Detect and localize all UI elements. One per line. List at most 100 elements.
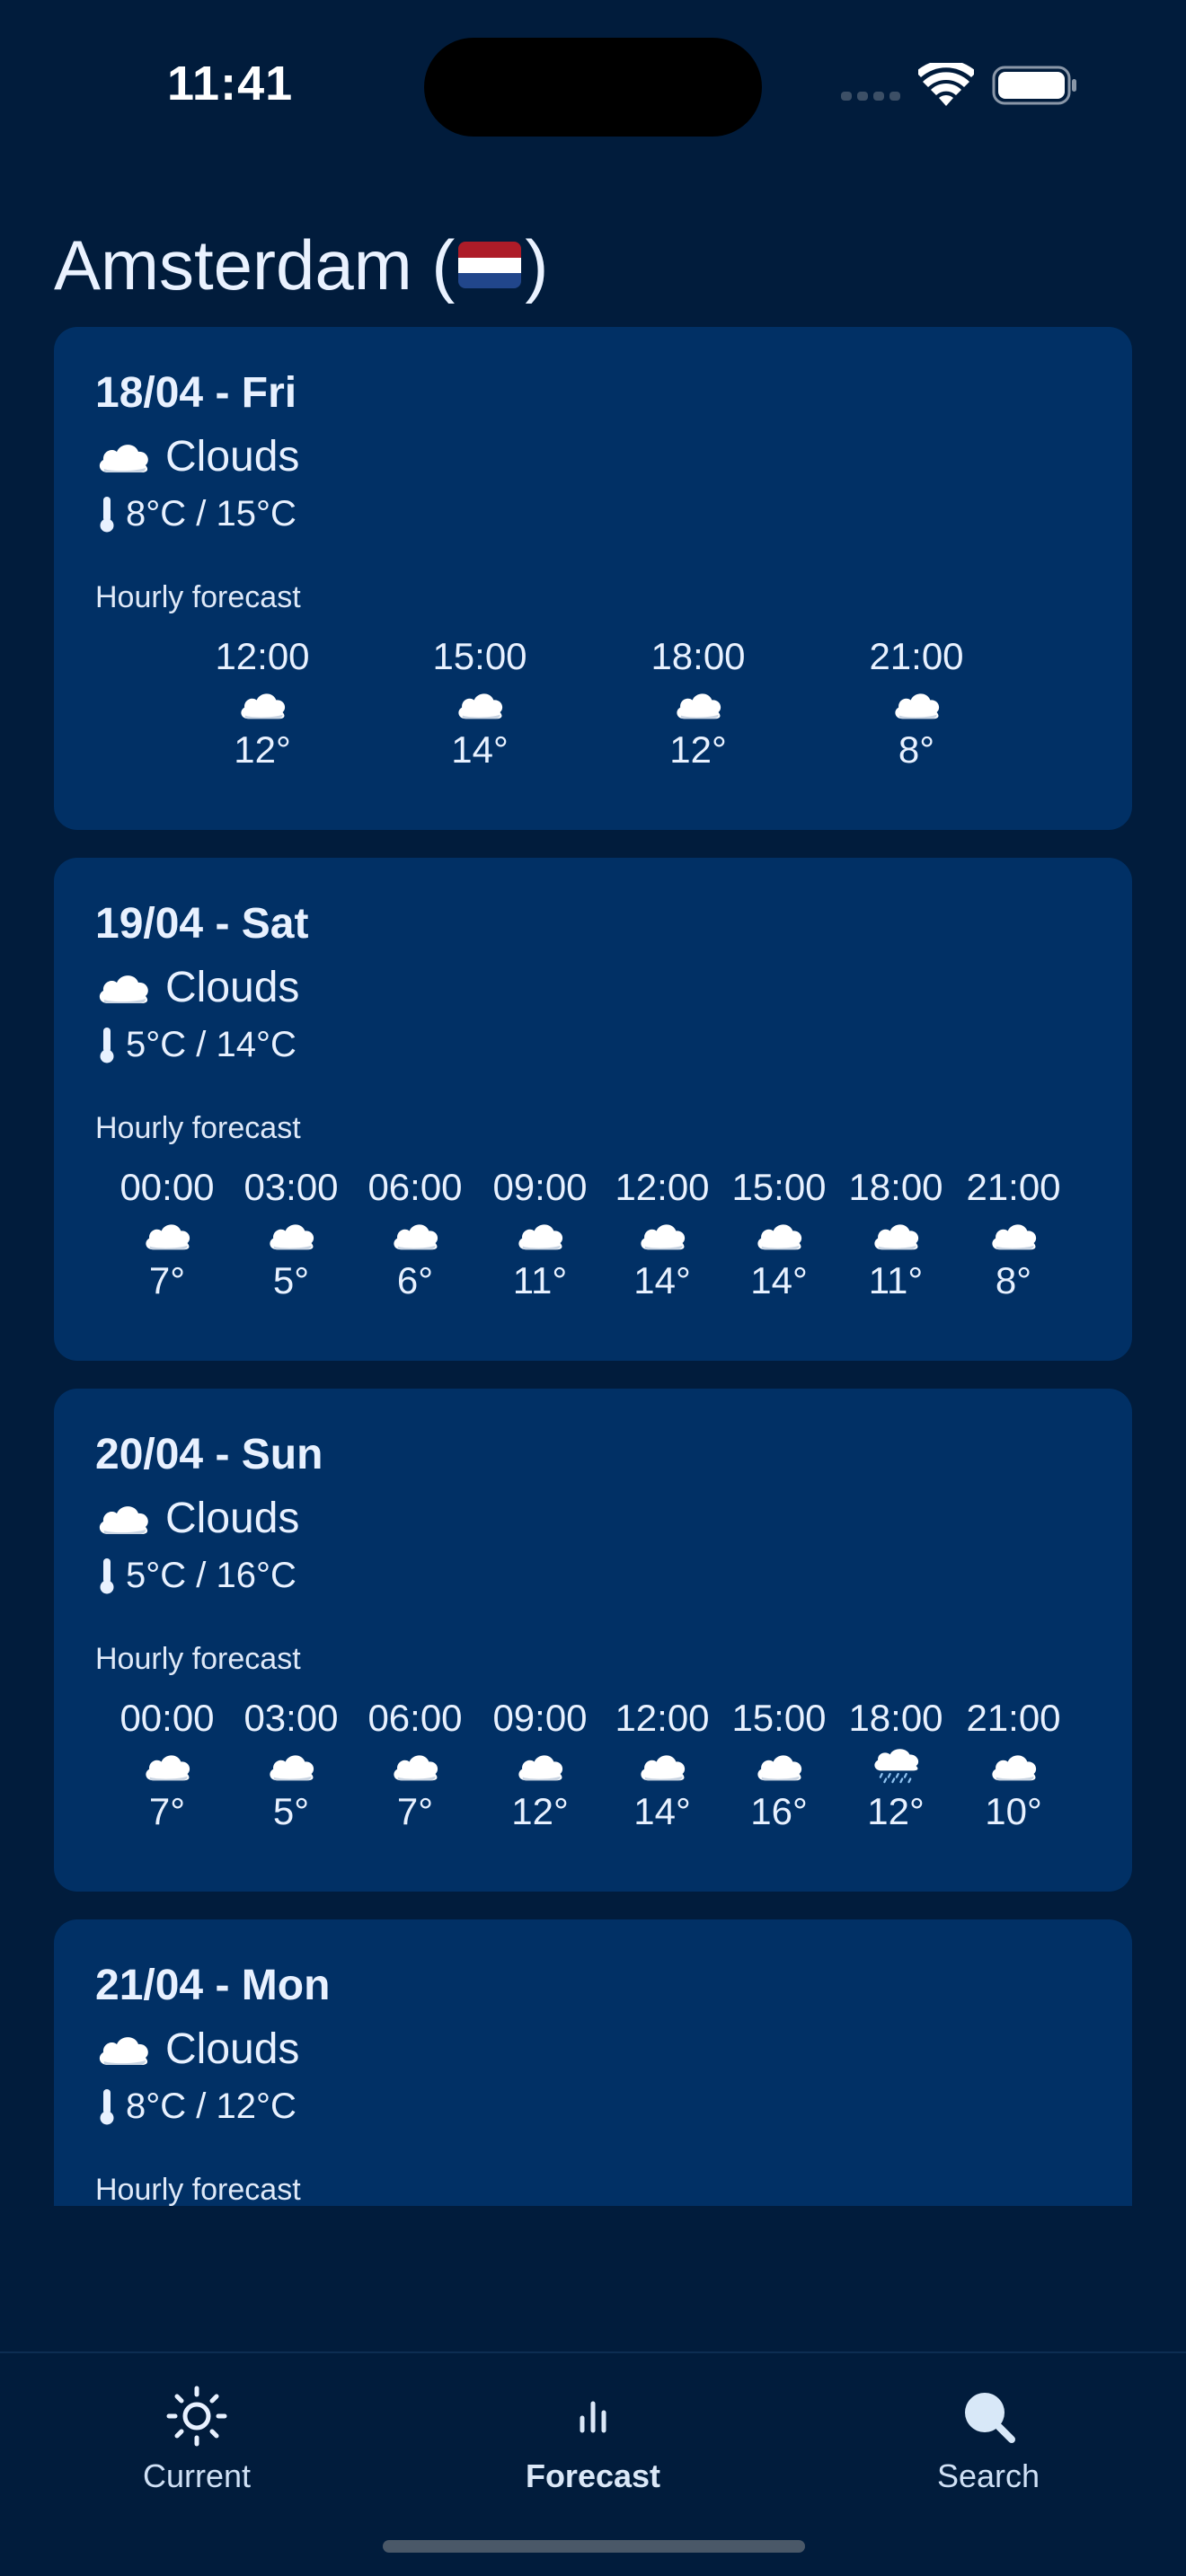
temperature-row: 5°C / 16°C <box>95 1550 296 1601</box>
hourly-forecast-label: Hourly forecast <box>95 2173 301 2206</box>
hour-temperature: 11° <box>512 1259 568 1301</box>
temperature-range: 5°C / 14°C <box>126 1024 296 1064</box>
hourly-forecast-row[interactable]: 00:00 7° 03:00 5° 06:00 6° 09:00 11° 12:00 14° 15:… <box>54 1163 1132 1325</box>
forecast-card-day-3[interactable]: 20/04 - Sun Clouds 5°C / 16°C Hourly for… <box>54 1389 1132 1892</box>
hour-temperature: 10° <box>985 1790 1042 1832</box>
hour-temperature: 8° <box>898 728 935 771</box>
hourly-item: 00:00 7° <box>104 1694 230 1836</box>
hour-temperature: 12° <box>867 1790 925 1832</box>
hour-time: 12:00 <box>615 1697 710 1739</box>
hourly-item: 21:00 10° <box>951 1694 1076 1836</box>
tab-label: Forecast <box>525 2457 661 2494</box>
cloud-icon <box>757 1755 802 1781</box>
cloud-icon <box>146 1755 190 1781</box>
hourly-forecast-row[interactable]: 12:00 12° 15:00 14° 18:00 12° 21:00 8° <box>54 632 1132 794</box>
temperature-row: 8°C / 12°C <box>95 2081 296 2131</box>
cloud-icon <box>241 693 286 719</box>
page-title: Amsterdam () <box>54 225 548 306</box>
cloud-icon <box>146 1224 190 1250</box>
condition-row: Clouds <box>95 429 299 483</box>
condition-row: Clouds <box>95 1491 299 1545</box>
hourly-item: 00:00 7° <box>104 1163 230 1305</box>
wifi-icon <box>918 63 974 106</box>
hour-temperature: 14° <box>633 1790 691 1832</box>
battery-icon <box>992 66 1076 105</box>
hour-time: 00:00 <box>119 1697 215 1739</box>
hourly-item: 06:00 6° <box>352 1163 478 1305</box>
hour-temperature: 7° <box>148 1790 186 1832</box>
rain-cloud-icon <box>873 1748 920 1784</box>
hour-temperature: 6° <box>396 1259 434 1301</box>
hourly-forecast-row[interactable]: 00:00 7° 03:00 5° 06:00 7° 09:00 12° 12:00 14° 15:… <box>54 1694 1132 1856</box>
tab-current[interactable]: Current <box>89 2384 305 2495</box>
hour-time: 21:00 <box>966 1697 1061 1739</box>
hourly-item: 03:00 5° <box>228 1163 354 1305</box>
forecast-card-day-1[interactable]: 18/04 - Fri Clouds 8°C / 15°C Hourly for… <box>54 327 1132 830</box>
hour-temperature: 7° <box>396 1790 434 1832</box>
hourly-item: 06:00 7° <box>352 1694 478 1836</box>
temperature-range: 5°C / 16°C <box>126 1555 296 1595</box>
temperature-row: 5°C / 14°C <box>95 1019 296 1070</box>
hour-time: 12:00 <box>215 635 310 677</box>
cloud-icon <box>874 1224 919 1250</box>
forecast-card-day-4[interactable]: 21/04 - Mon Clouds 8°C / 12°C Hourly for… <box>54 1919 1132 2206</box>
temperature-range: 8°C / 12°C <box>126 2086 296 2126</box>
hour-time: 18:00 <box>651 635 746 677</box>
cloud-icon <box>757 1224 802 1250</box>
app-screen: 11:41 Amsterdam () 18/04 - Fri Clouds 8°… <box>0 0 1186 2576</box>
cloud-icon <box>641 1755 686 1781</box>
cloud-icon <box>270 1755 314 1781</box>
thermometer-icon <box>100 2089 114 2125</box>
forecast-card-day-2[interactable]: 19/04 - Sat Clouds 5°C / 14°C Hourly for… <box>54 858 1132 1361</box>
status-bar-time: 11:41 <box>167 57 294 110</box>
hourly-item: 12:00 14° <box>599 1694 725 1836</box>
hourly-item: 18:00 12° <box>635 632 761 774</box>
hourly-item: 15:00 14° <box>417 632 543 774</box>
hour-temperature: 12° <box>234 728 291 771</box>
cellular-signal-icon <box>841 92 902 102</box>
cloud-icon <box>458 693 503 719</box>
thermometer-icon <box>100 497 114 533</box>
condition-text: Clouds <box>165 2025 300 2073</box>
tab-label: Search <box>936 2457 1040 2494</box>
hour-time: 06:00 <box>367 1166 463 1208</box>
hourly-item: 09:00 11° <box>477 1163 603 1305</box>
cloud-icon <box>99 2037 148 2065</box>
cloud-icon <box>99 445 148 472</box>
condition-text: Clouds <box>165 963 300 1011</box>
thermometer-icon <box>100 1028 114 1063</box>
dynamic-island <box>424 38 762 137</box>
tab-search[interactable]: Search <box>881 2384 1096 2495</box>
home-indicator[interactable] <box>383 2540 805 2553</box>
forecast-list[interactable]: 18/04 - Fri Clouds 8°C / 15°C Hourly for… <box>0 327 1186 2206</box>
hourly-forecast-label: Hourly forecast <box>95 1111 301 1145</box>
city-close-paren: ) <box>525 225 549 304</box>
thermometer-icon <box>100 1558 114 1594</box>
hour-temperature: 12° <box>511 1790 569 1832</box>
hourly-item: 18:00 12° <box>833 1694 959 1836</box>
cloud-icon <box>394 1755 438 1781</box>
hour-temperature: 7° <box>148 1259 186 1301</box>
hour-temperature: 11° <box>868 1259 924 1301</box>
bar-chart-icon <box>580 2401 606 2433</box>
hourly-item: 15:00 16° <box>716 1694 842 1836</box>
condition-row: Clouds <box>95 2022 299 2076</box>
forecast-date: 21/04 - Mon <box>95 1962 331 2009</box>
condition-text: Clouds <box>165 432 300 481</box>
temperature-row: 8°C / 15°C <box>95 489 296 539</box>
forecast-date: 18/04 - Fri <box>95 369 297 417</box>
tab-label: Current <box>142 2457 252 2494</box>
cloud-icon <box>99 1506 148 1534</box>
cloud-icon <box>677 693 721 719</box>
hour-time: 03:00 <box>243 1166 339 1208</box>
hour-time: 15:00 <box>731 1166 827 1208</box>
hour-temperature: 5° <box>272 1790 310 1832</box>
hourly-forecast-label: Hourly forecast <box>95 1642 301 1676</box>
tab-forecast[interactable]: Forecast <box>485 2384 701 2495</box>
cloud-icon <box>518 1755 563 1781</box>
cloud-icon <box>270 1224 314 1250</box>
hour-time: 18:00 <box>848 1697 943 1739</box>
hourly-item: 15:00 14° <box>716 1163 842 1305</box>
hour-time: 15:00 <box>432 635 527 677</box>
cloud-icon <box>518 1224 563 1250</box>
